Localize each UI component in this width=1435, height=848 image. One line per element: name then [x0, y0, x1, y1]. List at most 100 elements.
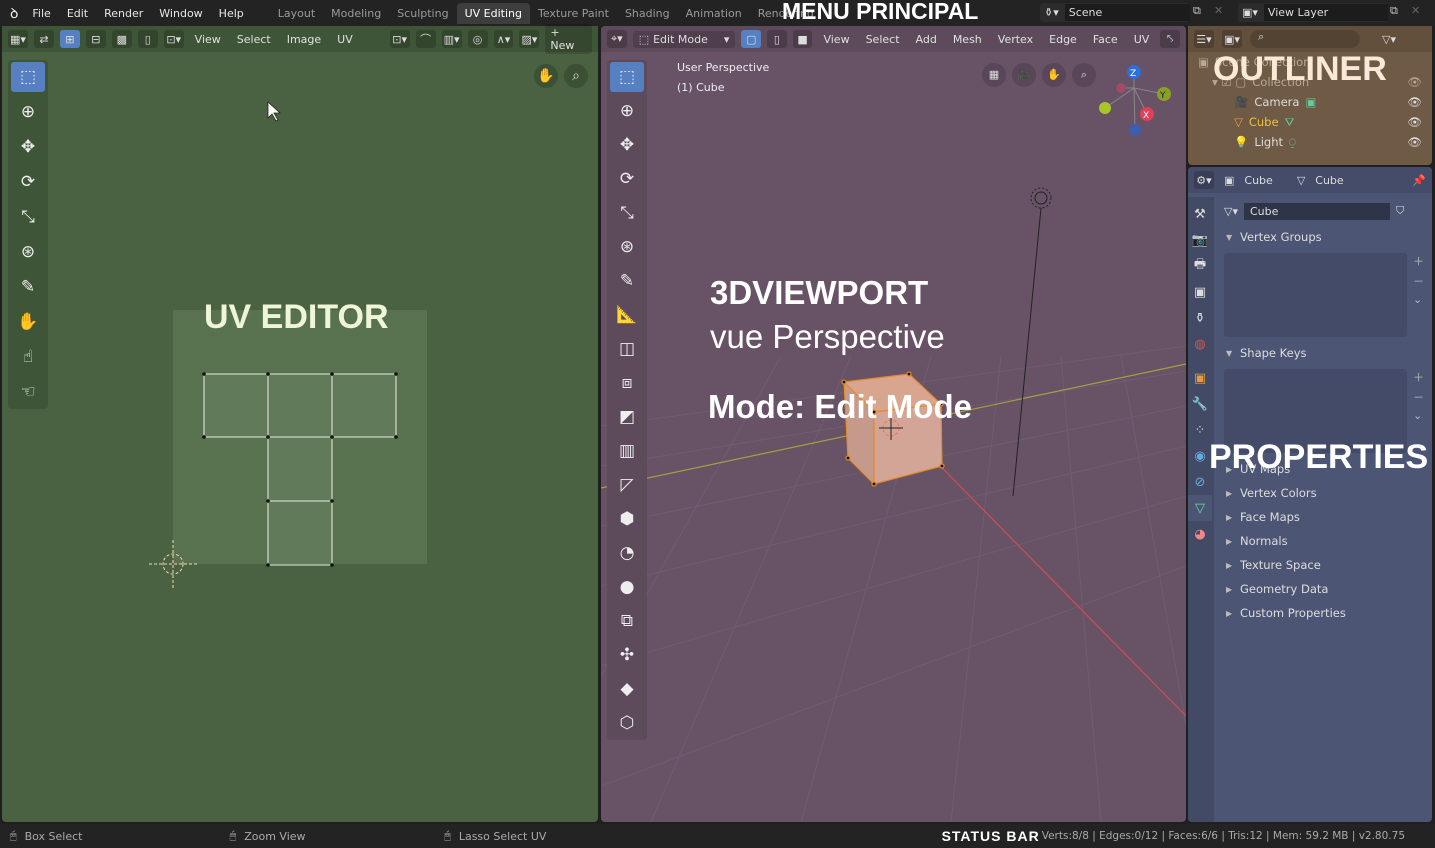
shear-tool-icon[interactable]: ◆: [610, 674, 644, 704]
poly-build-tool-icon[interactable]: ⬢: [610, 504, 644, 534]
outliner-item-camera[interactable]: 🎥 Camera ▣ 👁: [1188, 92, 1432, 112]
shrink-fatten-tool-icon[interactable]: ✣: [610, 640, 644, 670]
delete-view-layer-icon[interactable]: ✕: [1411, 4, 1420, 17]
world-tab-icon[interactable]: ◍: [1188, 331, 1212, 357]
knife-tool-icon[interactable]: ◸: [610, 470, 644, 500]
menu-face[interactable]: Face: [1088, 31, 1123, 48]
properties-editor[interactable]: ⚙▾ ▣ Cube ▽ Cube 📌 ⚒ 📷 🖶 ▣ ⚱ ◍ ▣ 🔧 ⁘ ◉ ⊘ ▽…: [1188, 167, 1432, 822]
menu-uv[interactable]: UV: [1129, 31, 1155, 48]
view-layer-tab-icon[interactable]: ▣: [1188, 279, 1212, 305]
menu-help[interactable]: Help: [211, 7, 252, 20]
vertex-select-mode-icon[interactable]: ▢: [741, 30, 762, 48]
menu-edit[interactable]: Edit: [59, 7, 96, 20]
menu-view[interactable]: View: [818, 31, 854, 48]
panel-vertex-colors[interactable]: ▶ Vertex Colors: [1216, 481, 1432, 505]
output-tab-icon[interactable]: 🖶: [1188, 253, 1212, 279]
visibility-eye-icon[interactable]: 👁: [1407, 95, 1422, 109]
outliner[interactable]: ☰▾ ▣▾ ⌕ ▽▾ ▣ Scene Collection ▾ ☑ ▢ Coll…: [1188, 26, 1432, 165]
move-tool-icon[interactable]: ✥: [610, 130, 644, 160]
extrude-tool-icon[interactable]: ◫: [610, 334, 644, 364]
measure-tool-icon[interactable]: 📐: [610, 300, 644, 330]
rotate-tool-icon[interactable]: ⟳: [610, 164, 644, 194]
material-tab-icon[interactable]: ◕: [1188, 521, 1212, 547]
transform-tool-icon[interactable]: ⊛: [610, 232, 644, 262]
tab-texture-paint[interactable]: Texture Paint: [530, 3, 617, 24]
blender-logo-icon[interactable]: ꝺ: [0, 4, 24, 23]
tab-shading[interactable]: Shading: [617, 3, 678, 24]
mesh-browse-icon[interactable]: ▽▾: [1224, 205, 1238, 218]
mesh-data-tab-icon[interactable]: ▽: [1188, 495, 1212, 521]
select-box-tool-icon[interactable]: ⬚: [610, 62, 644, 92]
tool-tab-icon[interactable]: ⚒: [1188, 201, 1212, 227]
add-icon[interactable]: ＋: [1413, 369, 1424, 385]
object-tab-icon[interactable]: ▣: [1188, 365, 1212, 391]
view-layer-selector[interactable]: ▣▾ View Layer: [1238, 3, 1388, 22]
mode-selector[interactable]: ⬚ Edit Mode ▾: [632, 30, 736, 48]
tab-modeling[interactable]: Modeling: [323, 3, 389, 24]
new-scene-icon[interactable]: ⧉: [1193, 4, 1201, 18]
tab-layout[interactable]: Layout: [270, 3, 323, 24]
transform-orientation-icon[interactable]: ⤣: [1160, 30, 1180, 48]
cursor-tool-icon[interactable]: ⊕: [610, 96, 644, 126]
outliner-search-input[interactable]: ⌕: [1250, 30, 1360, 48]
pin-icon[interactable]: 📌: [1412, 174, 1426, 187]
menu-mesh[interactable]: Mesh: [948, 31, 987, 48]
editor-type-icon[interactable]: ⚙▾: [1194, 171, 1214, 189]
outliner-item-light[interactable]: 💡 Light ⍜ 👁: [1188, 132, 1432, 152]
editor-type-icon[interactable]: ⌖▾: [607, 30, 627, 48]
menu-add[interactable]: Add: [911, 31, 942, 48]
annotate-tool-icon[interactable]: ✎: [610, 266, 644, 296]
3d-viewport[interactable]: Z Y X ⌖▾ ⬚ Edit Mode ▾ ▢ ▯ ■ View Select…: [601, 26, 1186, 822]
rip-tool-icon[interactable]: ⬡: [610, 708, 644, 738]
loop-cut-tool-icon[interactable]: ▥: [610, 436, 644, 466]
tab-sculpting[interactable]: Sculpting: [389, 3, 456, 24]
vertex-groups-list[interactable]: [1224, 253, 1407, 337]
panel-geometry-data[interactable]: ▶ Geometry Data: [1216, 577, 1432, 601]
tab-uv-editing[interactable]: UV Editing: [456, 2, 530, 24]
view-layer-filter-icon[interactable]: ▣▾: [1222, 30, 1242, 48]
visibility-eye-icon[interactable]: 👁: [1407, 115, 1422, 129]
menu-vertex[interactable]: Vertex: [993, 31, 1038, 48]
menu-file[interactable]: File: [24, 7, 58, 20]
mesh-datablock-field[interactable]: Cube: [1243, 202, 1390, 220]
remove-icon[interactable]: －: [1413, 273, 1424, 289]
scale-tool-icon[interactable]: ⤡: [610, 198, 644, 228]
delete-scene-icon[interactable]: ✕: [1214, 4, 1223, 17]
panel-custom-properties[interactable]: ▶ Custom Properties: [1216, 601, 1432, 625]
menu-render[interactable]: Render: [96, 7, 151, 20]
chevron-down-icon[interactable]: ⌄: [1413, 293, 1424, 306]
display-mode-icon[interactable]: ☰▾: [1194, 30, 1214, 48]
face-select-mode-icon[interactable]: ■: [792, 30, 813, 48]
panel-vertex-groups[interactable]: ▼ Vertex Groups: [1216, 225, 1432, 249]
chevron-down-icon[interactable]: ⌄: [1413, 409, 1424, 422]
scene-tab-icon[interactable]: ⚱: [1188, 305, 1212, 331]
zoom-view-icon[interactable]: ⌕: [1072, 63, 1096, 87]
menu-select[interactable]: Select: [861, 31, 905, 48]
tab-animation[interactable]: Animation: [678, 3, 750, 24]
panel-normals[interactable]: ▶ Normals: [1216, 529, 1432, 553]
spin-tool-icon[interactable]: ◔: [610, 538, 644, 568]
panel-texture-space[interactable]: ▶ Texture Space: [1216, 553, 1432, 577]
filter-icon[interactable]: ▽▾: [1382, 33, 1396, 46]
edge-select-mode-icon[interactable]: ▯: [767, 30, 787, 48]
uv-editor[interactable]: ▦▾ ⇄ ⊞ ⊟ ▩ ▯ ⊡▾ View Select Image UV ⊡▾ …: [2, 24, 598, 822]
menu-edge[interactable]: Edge: [1044, 31, 1082, 48]
scene-selector[interactable]: ⚱▾ Scene: [1040, 3, 1190, 22]
camera-view-icon[interactable]: 🎥: [1012, 63, 1036, 87]
visibility-eye-icon[interactable]: 👁: [1407, 135, 1422, 149]
remove-icon[interactable]: －: [1413, 389, 1424, 405]
pan-view-icon[interactable]: ✋: [1042, 63, 1066, 87]
toggle-perspective-icon[interactable]: ▦: [982, 63, 1006, 87]
visibility-eye-icon[interactable]: 👁: [1407, 75, 1422, 89]
smooth-tool-icon[interactable]: ●: [610, 572, 644, 602]
render-tab-icon[interactable]: 📷: [1188, 227, 1212, 253]
inset-tool-icon[interactable]: ⧈: [610, 368, 644, 398]
new-view-layer-icon[interactable]: ⧉: [1390, 4, 1398, 18]
edge-slide-tool-icon[interactable]: ⧉: [610, 606, 644, 636]
outliner-item-cube[interactable]: ▽ Cube ⛛ 👁: [1188, 112, 1432, 132]
add-icon[interactable]: ＋: [1413, 253, 1424, 269]
panel-shape-keys[interactable]: ▼ Shape Keys: [1216, 341, 1432, 365]
menu-window[interactable]: Window: [151, 7, 210, 20]
modifier-tab-icon[interactable]: 🔧: [1188, 391, 1212, 417]
bevel-tool-icon[interactable]: ◩: [610, 402, 644, 432]
